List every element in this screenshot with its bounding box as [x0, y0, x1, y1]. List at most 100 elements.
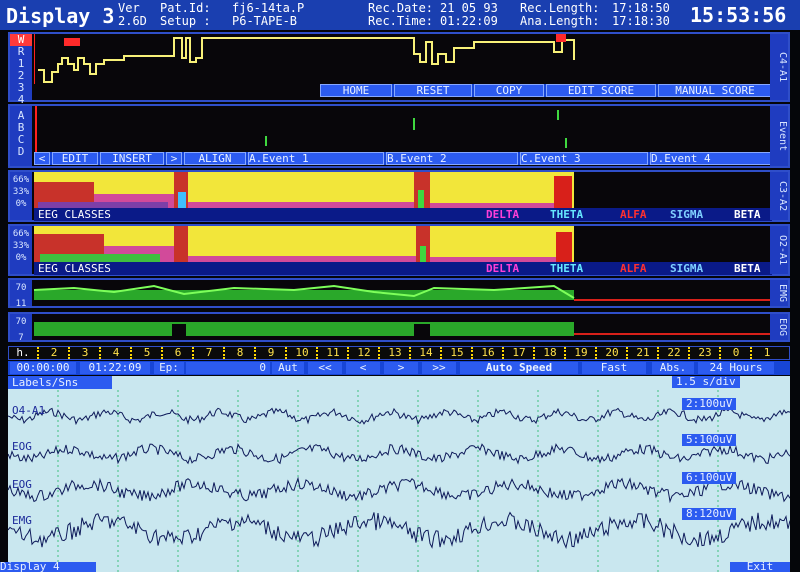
class-beta: BETA: [734, 262, 761, 275]
spectrum-chart-o2: [34, 226, 574, 262]
hour-tick: 9: [254, 347, 286, 359]
hypnogram-trace: [34, 34, 575, 84]
rec-length-label: Rec.Length:: [520, 1, 600, 15]
header-bar: Display 3 Ver 2.6D Pat.Id: fj6-14ta.P Se…: [0, 0, 800, 30]
event-c-button[interactable]: C.Event 3: [520, 152, 648, 165]
auto-toggle[interactable]: Aut: [272, 362, 304, 374]
elapsed-time: 00:00:00: [10, 362, 76, 374]
hypnogram-button-row: HOME RESET COPY EDIT SCORE MANUAL SCORE: [320, 84, 772, 97]
event-d-button[interactable]: D.Event 4: [650, 152, 772, 165]
eeg-traces: [8, 390, 790, 572]
event-a-button[interactable]: A.Event 1: [248, 152, 384, 165]
range-button[interactable]: 24 Hours: [698, 362, 774, 374]
event-tag-d: D: [17, 145, 25, 158]
fast-speed-button[interactable]: Fast: [582, 362, 646, 374]
eeg-trace-o4: [8, 407, 790, 426]
hypnogram-panel: W R 1 2 3 4 HOME RESET COPY EDIT SCORE M…: [8, 32, 790, 106]
version-value: 2.6D: [118, 14, 147, 28]
hour-tick: 15: [440, 347, 472, 359]
edit-score-button[interactable]: EDIT SCORE: [546, 84, 656, 97]
event-insert-button[interactable]: INSERT: [100, 152, 164, 165]
class-alfa: ALFA: [620, 208, 647, 221]
spectrum-panel-o2: 66% 33% 0% EEG CLASSES DELTA THETA ALFA …: [8, 224, 790, 276]
patient-id: fj6-14ta.P: [232, 1, 305, 15]
display-4-button[interactable]: Display 4: [0, 562, 96, 572]
scale-66: 66%: [12, 229, 30, 239]
hour-tick: 16: [471, 347, 503, 359]
channel-label-eog-2: EOG: [12, 478, 32, 491]
version-label: Ver: [118, 1, 140, 15]
rewind-button[interactable]: <: [346, 362, 380, 374]
scale-66: 66%: [12, 175, 30, 185]
event-tags: A B C D: [10, 106, 32, 166]
hour-tick: 19: [564, 347, 596, 359]
home-button[interactable]: HOME: [320, 84, 392, 97]
abs-button[interactable]: Abs.: [652, 362, 694, 374]
emg-scale-min: 11: [15, 299, 27, 309]
hour-tick: 8: [223, 347, 255, 359]
setup-value: P6-TAPE-B: [232, 14, 298, 28]
eeg-waveform-view: Labels/Sns 1.5 s/div O4-A1 EOG EOG EMG 2…: [8, 376, 790, 572]
class-sigma: SIGMA: [670, 262, 704, 275]
scale-0: 0%: [15, 199, 27, 209]
timebase-label[interactable]: 1.5 s/div: [672, 376, 740, 388]
hour-tick: 1: [750, 347, 782, 359]
event-prev-button[interactable]: <: [34, 152, 50, 165]
scale-33: 33%: [12, 187, 30, 197]
hour-tick: 11: [316, 347, 348, 359]
forward-fast-button[interactable]: >>: [422, 362, 456, 374]
epoch-value[interactable]: 0: [186, 362, 270, 374]
channel-label-emg: EMG: [12, 514, 32, 527]
hypnogram-stage-tags: W R 1 2 3 4: [10, 34, 32, 106]
emg-panel: 70 11 EMG: [8, 278, 790, 309]
patient-id-label: Pat.Id:: [160, 1, 211, 15]
eeg-classes-label: EEG CLASSES: [38, 262, 111, 275]
class-delta: DELTA: [486, 208, 520, 221]
event-marks: [35, 106, 567, 152]
ana-length: 17:18:30: [612, 14, 670, 28]
hypnogram-channel-tag: C4-A1: [770, 34, 788, 100]
event-b-button[interactable]: B.Event 2: [386, 152, 518, 165]
channel-label-o4: O4-A1: [12, 404, 46, 417]
event-edit-button[interactable]: EDIT: [52, 152, 98, 165]
gain-channel-1[interactable]: 2:100uV: [682, 398, 737, 410]
forward-button[interactable]: >: [384, 362, 418, 374]
scale-0: 0%: [15, 253, 27, 263]
hour-tick: 7: [192, 347, 224, 359]
ana-length-label: Ana.Length:: [520, 14, 600, 28]
reset-button[interactable]: RESET: [394, 84, 472, 97]
events-panel: A B C D < EDIT INSERT > ALIGN A.Event 1 …: [8, 104, 790, 168]
hours-label: h.: [16, 346, 30, 359]
hour-tick: 12: [347, 347, 379, 359]
eog-panel: 70 7 EOG: [8, 312, 790, 343]
hour-tick: 17: [502, 347, 534, 359]
hour-tick: 3: [68, 347, 100, 359]
labels-sns-header[interactable]: Labels/Sns: [8, 376, 112, 389]
rewind-fast-button[interactable]: <<: [308, 362, 342, 374]
hour-tick: 23: [688, 347, 720, 359]
gain-channel-2[interactable]: 5:100uV: [682, 434, 737, 446]
hour-tick: 20: [595, 347, 627, 359]
exit-button[interactable]: Exit: [730, 562, 790, 572]
hour-tick: 18: [533, 347, 565, 359]
gain-channel-4[interactable]: 8:120uV: [682, 508, 737, 520]
eog-trend: [34, 322, 772, 336]
eog-scale-min: 7: [18, 333, 24, 343]
event-channel-tag: Event: [770, 106, 788, 166]
hour-tick: 4: [99, 347, 131, 359]
copy-button[interactable]: COPY: [474, 84, 544, 97]
emg-channel-tag: EMG: [770, 280, 788, 306]
rec-time: 01:22:09: [440, 14, 498, 28]
emg-scale-max: 70: [15, 283, 27, 293]
class-sigma: SIGMA: [670, 208, 704, 221]
eog-channel-tag: EOG: [770, 314, 788, 340]
spectrum-scale: 66% 33% 0%: [10, 226, 32, 274]
align-button[interactable]: ALIGN: [184, 152, 246, 165]
gain-channel-3[interactable]: 6:100uV: [682, 472, 737, 484]
spectrum-channel-tag-o2: O2-A1: [770, 226, 788, 274]
class-theta: THETA: [550, 262, 584, 275]
manual-score-button[interactable]: MANUAL SCORE: [658, 84, 772, 97]
rec-time-label: Rec.Time:: [368, 14, 434, 28]
eeg-class-legend-1: EEG CLASSES DELTA THETA ALFA SIGMA BETA: [34, 208, 772, 221]
event-next-button[interactable]: >: [166, 152, 182, 165]
